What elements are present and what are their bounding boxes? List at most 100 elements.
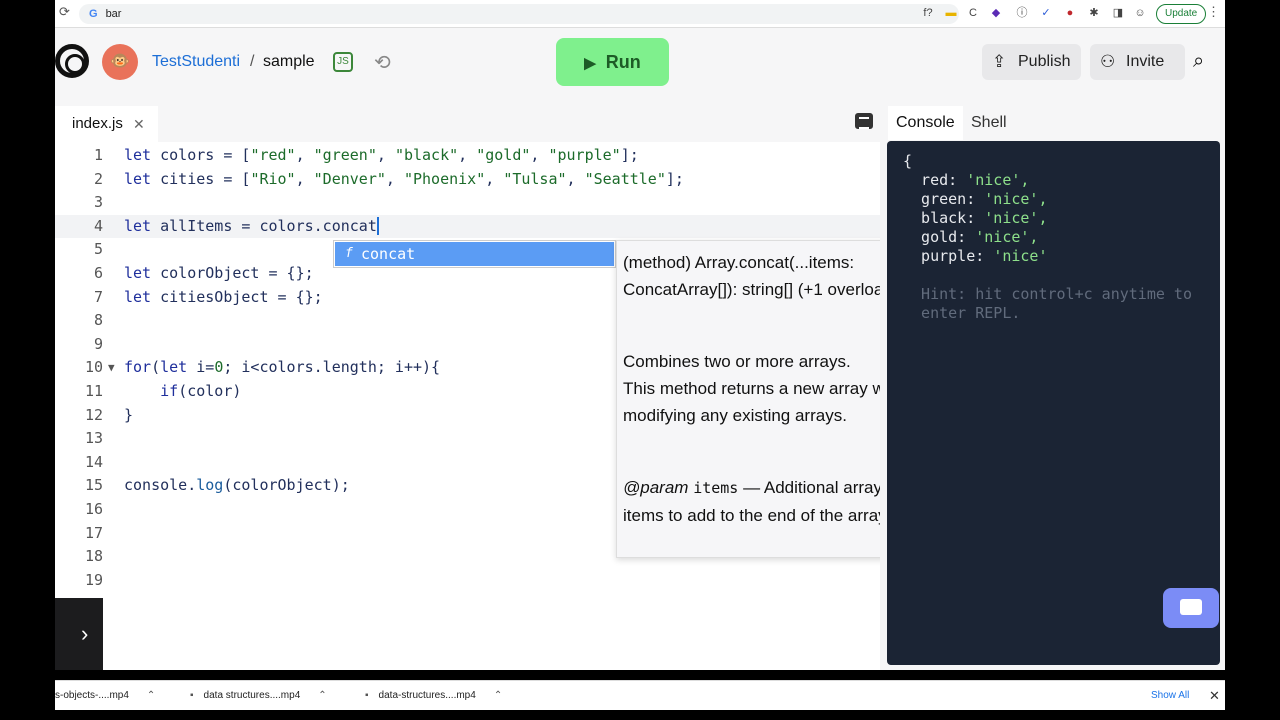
google-icon: G bbox=[89, 8, 98, 20]
extension-icon[interactable]: ◆ bbox=[989, 6, 1003, 20]
download-item[interactable]: ▪ data structures....mp4 ⌃ bbox=[190, 690, 327, 701]
show-all-link[interactable]: Show All bbox=[1151, 690, 1189, 701]
address-bar[interactable]: Gbar bbox=[79, 4, 959, 24]
line-number: 15 bbox=[84, 476, 103, 495]
console-line: red: 'nice', bbox=[903, 171, 1030, 189]
file-icon: ▪ bbox=[190, 690, 194, 701]
line-number: 17 bbox=[84, 523, 103, 542]
download-filename: data-structures....mp4 bbox=[378, 690, 476, 701]
console-hint: Hint: hit control+c anytime to bbox=[903, 285, 1192, 303]
publish-label: Publish bbox=[1018, 53, 1071, 70]
browser-menu-icon[interactable]: ⋮ bbox=[1207, 4, 1220, 20]
output-pane: Console Shell { red: 'nice', green: 'nic… bbox=[880, 98, 1225, 670]
tab-shell[interactable]: Shell bbox=[963, 106, 1015, 140]
extension-icon[interactable]: C bbox=[966, 6, 980, 20]
extension-icon[interactable]: ▬ bbox=[944, 6, 958, 20]
add-user-icon: ⚇ bbox=[1100, 52, 1116, 71]
line-number: 10 bbox=[84, 358, 103, 377]
search-icon[interactable]: ⌕ bbox=[1193, 50, 1204, 73]
code-line[interactable]: 19 bbox=[55, 569, 880, 592]
line-number: 7 bbox=[93, 287, 103, 306]
file-icon: ▪ bbox=[365, 690, 369, 701]
tab-console[interactable]: Console bbox=[888, 106, 963, 140]
console-hint: enter REPL. bbox=[903, 304, 1021, 322]
sidebar-toggle-button[interactable]: › bbox=[55, 598, 103, 670]
file-tab-label: index.js bbox=[72, 115, 123, 132]
sidepanel-icon[interactable]: ◨ bbox=[1111, 6, 1125, 20]
publish-button[interactable]: ⇪ Publish bbox=[982, 44, 1081, 80]
close-icon[interactable]: ✕ bbox=[133, 106, 145, 142]
avatar[interactable]: 🐵 bbox=[102, 44, 138, 80]
extension-icon[interactable]: f? bbox=[921, 6, 935, 20]
play-icon: ▶ bbox=[584, 55, 596, 72]
download-filename: data structures....mp4 bbox=[203, 690, 301, 701]
update-button[interactable]: Update bbox=[1156, 4, 1207, 24]
extensions-puzzle-icon[interactable]: ✱ bbox=[1087, 6, 1101, 20]
code-text: let colors = ["red", "green", "black", "… bbox=[124, 146, 639, 164]
console-output[interactable]: { red: 'nice', green: 'nice', black: 'ni… bbox=[887, 141, 1220, 665]
extension-icon[interactable]: ✓ bbox=[1039, 6, 1053, 20]
code-line[interactable]: 2 let cities = ["Rio", "Denver", "Phoenix… bbox=[55, 168, 880, 191]
chevron-up-icon[interactable]: ⌃ bbox=[147, 690, 155, 701]
line-number: 19 bbox=[84, 570, 103, 589]
nodejs-icon[interactable]: JS bbox=[333, 52, 353, 72]
profile-icon[interactable]: ☺ bbox=[1133, 6, 1147, 20]
code-text: for(let i=0; i<colors.length; i++){ bbox=[124, 358, 441, 377]
chevron-up-icon[interactable]: ⌃ bbox=[318, 690, 326, 701]
line-number: 4 bbox=[93, 216, 103, 235]
address-text: bar bbox=[105, 8, 122, 20]
chevron-right-icon: › bbox=[81, 621, 89, 646]
code-text: if(color) bbox=[160, 382, 242, 400]
autocomplete-list: f concat bbox=[333, 240, 616, 268]
code-line[interactable]: 3 bbox=[55, 191, 880, 214]
line-number: 13 bbox=[84, 429, 103, 448]
downloads-bar: s-objects-....mp4 ⌃ ▪ data structures....m… bbox=[55, 680, 1225, 710]
download-item[interactable]: s-objects-....mp4 ⌃ bbox=[55, 690, 155, 701]
close-icon[interactable]: ✕ bbox=[1209, 688, 1220, 704]
line-number: 3 bbox=[93, 193, 103, 212]
line-number: 14 bbox=[84, 452, 103, 471]
app-window: ⟳ Gbar f? ▬ C ◆ ⓘ ✓ ● ✱ ◨ ☺ Update ⋮ 🐵 T… bbox=[0, 0, 1280, 720]
invite-label: Invite bbox=[1126, 53, 1165, 70]
code-text: let colorObject = {}; bbox=[124, 264, 314, 282]
code-text: let cities = ["Rio", "Denver", "Phoenix"… bbox=[124, 169, 684, 188]
download-item[interactable]: ▪ data-structures....mp4 ⌃ bbox=[365, 690, 502, 701]
breadcrumb-repl-name[interactable]: sample bbox=[263, 53, 315, 71]
tab-index-js[interactable]: index.js ✕ bbox=[55, 106, 158, 142]
line-number: 5 bbox=[93, 240, 103, 259]
fold-chevron-icon[interactable]: ▼ bbox=[108, 356, 115, 379]
code-line[interactable]: 1 let colors = ["red", "green", "black", … bbox=[55, 144, 880, 167]
reload-icon[interactable]: ⟳ bbox=[59, 4, 70, 20]
breadcrumb-separator: / bbox=[250, 53, 255, 70]
chat-icon[interactable] bbox=[1163, 588, 1219, 628]
line-number: 11 bbox=[84, 382, 103, 400]
console-line: { bbox=[903, 152, 913, 170]
function-icon: f bbox=[345, 246, 353, 261]
code-line[interactable]: 4 let allItems = colors.concat bbox=[55, 214, 880, 238]
param-name: items bbox=[693, 479, 739, 497]
line-number: 16 bbox=[84, 500, 103, 518]
line-number: 9 bbox=[93, 334, 103, 353]
download-filename: s-objects-....mp4 bbox=[55, 690, 129, 701]
editor-tabbar: index.js ✕ bbox=[55, 98, 880, 142]
run-label: Run bbox=[605, 52, 641, 72]
extension-icon[interactable]: ● bbox=[1063, 6, 1077, 20]
code-text: let allItems = colors.concat bbox=[124, 216, 379, 236]
console-line: green: 'nice', bbox=[903, 190, 1048, 208]
line-number: 1 bbox=[93, 146, 103, 164]
workspace-header: 🐵 TestStudenti / sample JS ⟲ ▶ Run ⇪ Publi… bbox=[55, 28, 1225, 98]
line-number: 12 bbox=[84, 405, 103, 424]
console-line: purple: 'nice' bbox=[903, 247, 1048, 265]
breadcrumb-owner[interactable]: TestStudenti bbox=[152, 53, 240, 71]
extension-icon[interactable]: ⓘ bbox=[1015, 6, 1029, 20]
line-number: 18 bbox=[84, 547, 103, 566]
invite-button[interactable]: ⚇ Invite bbox=[1090, 44, 1185, 80]
console-line: black: 'nice', bbox=[903, 209, 1048, 227]
chevron-up-icon[interactable]: ⌃ bbox=[494, 690, 502, 701]
history-icon[interactable]: ⟲ bbox=[374, 50, 391, 75]
autocomplete-item[interactable]: f concat bbox=[335, 242, 614, 266]
replit-logo-icon[interactable] bbox=[55, 44, 89, 78]
layout-icon[interactable] bbox=[855, 113, 873, 129]
run-button[interactable]: ▶ Run bbox=[556, 38, 669, 86]
line-number: 6 bbox=[93, 264, 103, 282]
